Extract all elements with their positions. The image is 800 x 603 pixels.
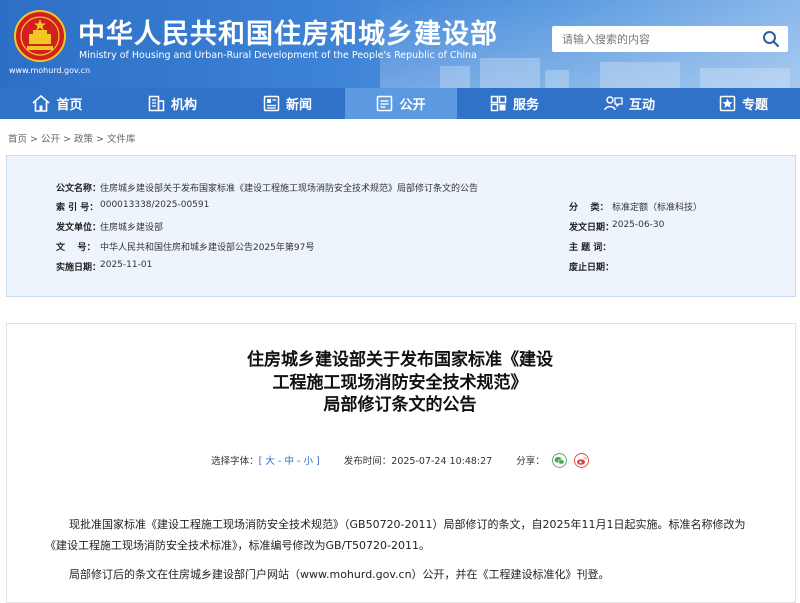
- nav-item-label: 互动: [628, 98, 655, 113]
- category-value: 标准定额（标准科技）: [612, 203, 703, 213]
- breadcrumb: 首页 > 公开 > 政策 > 文件库: [8, 131, 135, 145]
- publish-time-label: 发布时间：: [343, 456, 392, 467]
- nav-item-service[interactable]: 服务: [457, 88, 572, 119]
- subject-label: 主 题 词：: [569, 243, 612, 253]
- breadcrumb-separator: >: [63, 134, 71, 145]
- nav-item-interact[interactable]: 互动: [572, 88, 687, 119]
- doc-number-value: 中华人民共和国住房和城乡建设部公告2025年第97号: [100, 243, 315, 253]
- font-size-label: 选择字体：: [211, 456, 259, 467]
- index-value: 000013338/2025-00591: [100, 200, 210, 210]
- breadcrumb-separator: >: [30, 134, 38, 145]
- font-size-medium[interactable]: 中: [284, 456, 294, 467]
- header-building-decoration: [545, 70, 569, 88]
- breadcrumb-separator: >: [95, 134, 104, 145]
- font-size-bracket: ]: [316, 456, 320, 467]
- article-title-line: 局部修订条文的公告: [323, 395, 477, 415]
- nav-item-topic[interactable]: 专题: [687, 88, 800, 119]
- topic-icon: [719, 95, 736, 112]
- expiry-date-label: 废止日期：: [569, 263, 615, 273]
- site-title[interactable]: 中华人民共和国住房和城乡建设部: [78, 12, 498, 51]
- open-icon: [377, 95, 393, 112]
- article-title-line: 工程施工现场消防安全技术规范》: [272, 372, 528, 393]
- weibo-share-icon[interactable]: [573, 453, 589, 468]
- home-icon: [32, 95, 51, 112]
- font-size-large[interactable]: 大: [265, 456, 275, 467]
- effective-date-value: 2025-11-01: [100, 260, 153, 270]
- share-label: 分享：: [516, 456, 545, 467]
- publish-time-value: 2025-07-24 10:48:27: [391, 456, 493, 467]
- service-icon: [490, 95, 507, 112]
- national-emblem-logo[interactable]: [14, 10, 66, 62]
- header-building-decoration: [480, 58, 540, 88]
- breadcrumb-open[interactable]: 公开: [41, 134, 60, 145]
- interact-icon: [604, 96, 623, 111]
- article-title: 住房城乡建设部关于发布国家标准《建设 工程施工现场消防安全技术规范》 局部修订条…: [0, 349, 800, 417]
- nav-item-label: 首页: [56, 98, 83, 113]
- nav-item-open[interactable]: 公开: [345, 88, 457, 119]
- search-box: [552, 26, 788, 52]
- font-size-bracket: [: [258, 456, 263, 467]
- breadcrumb-file-library[interactable]: 文件库: [107, 134, 136, 145]
- index-label: 索 引 号：: [56, 203, 99, 213]
- header-building-decoration: [600, 62, 680, 88]
- site-url: www.mohurd.gov.cn: [9, 66, 91, 75]
- article-title-line: 住房城乡建设部关于发布国家标准《建设: [247, 350, 553, 370]
- font-size-separator: -: [277, 456, 282, 467]
- breadcrumb-policy[interactable]: 政策: [74, 134, 93, 145]
- nav-item-label: 机构: [170, 98, 197, 113]
- issuer-label: 发文单位：: [56, 223, 102, 233]
- nav-item-label: 服务: [512, 98, 539, 113]
- doc-title-value: 住房城乡建设部关于发布国家标准《建设工程施工现场消防安全技术规范》局部修订条文的…: [100, 184, 479, 194]
- doc-number-label: 文 号：: [56, 243, 96, 253]
- news-icon: [263, 95, 280, 112]
- site-header: www.mohurd.gov.cn 中华人民共和国住房和城乡建设部 Minist…: [0, 0, 800, 88]
- nav-item-label: 新闻: [285, 98, 312, 113]
- header-building-decoration: [700, 68, 790, 88]
- font-size-separator: -: [296, 456, 301, 467]
- doc-title-label: 公文名称：: [56, 184, 102, 194]
- nav-item-label: 公开: [399, 98, 426, 113]
- article-meta: 选择字体：[ 大 - 中 - 小 ] 发布时间：2025-07-24 10:48…: [0, 453, 800, 469]
- nav-item-home[interactable]: 首页: [0, 88, 115, 119]
- article-paragraph: 局部修订后的条文在住房城乡建设部门户网站（www.mohurd.gov.cn）公…: [69, 568, 610, 581]
- nav-item-label: 专题: [741, 98, 768, 113]
- category-label: 分 类：: [569, 203, 609, 213]
- header-building-decoration: [440, 66, 470, 88]
- main-nav: 首页 机构 新闻 公开 服务 互动 专题: [0, 88, 800, 119]
- article-paragraph: 现批准国家标准《建设工程施工现场消防安全技术规范》（GB50720-2011）局…: [45, 518, 746, 552]
- font-size-small[interactable]: 小: [303, 456, 313, 467]
- building-icon: [148, 95, 165, 112]
- issuer-value: 住房城乡建设部: [100, 223, 164, 233]
- site-subtitle: Ministry of Housing and Urban-Rural Deve…: [79, 50, 478, 61]
- wechat-share-icon[interactable]: [551, 453, 567, 468]
- issue-date-value: 2025-06-30: [612, 220, 665, 230]
- nav-item-news[interactable]: 新闻: [230, 88, 345, 119]
- search-input[interactable]: [552, 26, 752, 52]
- breadcrumb-home[interactable]: 首页: [8, 134, 27, 145]
- issue-date-label: 发文日期：: [569, 223, 615, 233]
- document-info-panel: 公文名称： 住房城乡建设部关于发布国家标准《建设工程施工现场消防安全技术规范》局…: [6, 155, 796, 297]
- nav-item-organization[interactable]: 机构: [115, 88, 230, 119]
- effective-date-label: 实施日期：: [56, 263, 102, 273]
- search-icon[interactable]: [762, 30, 780, 48]
